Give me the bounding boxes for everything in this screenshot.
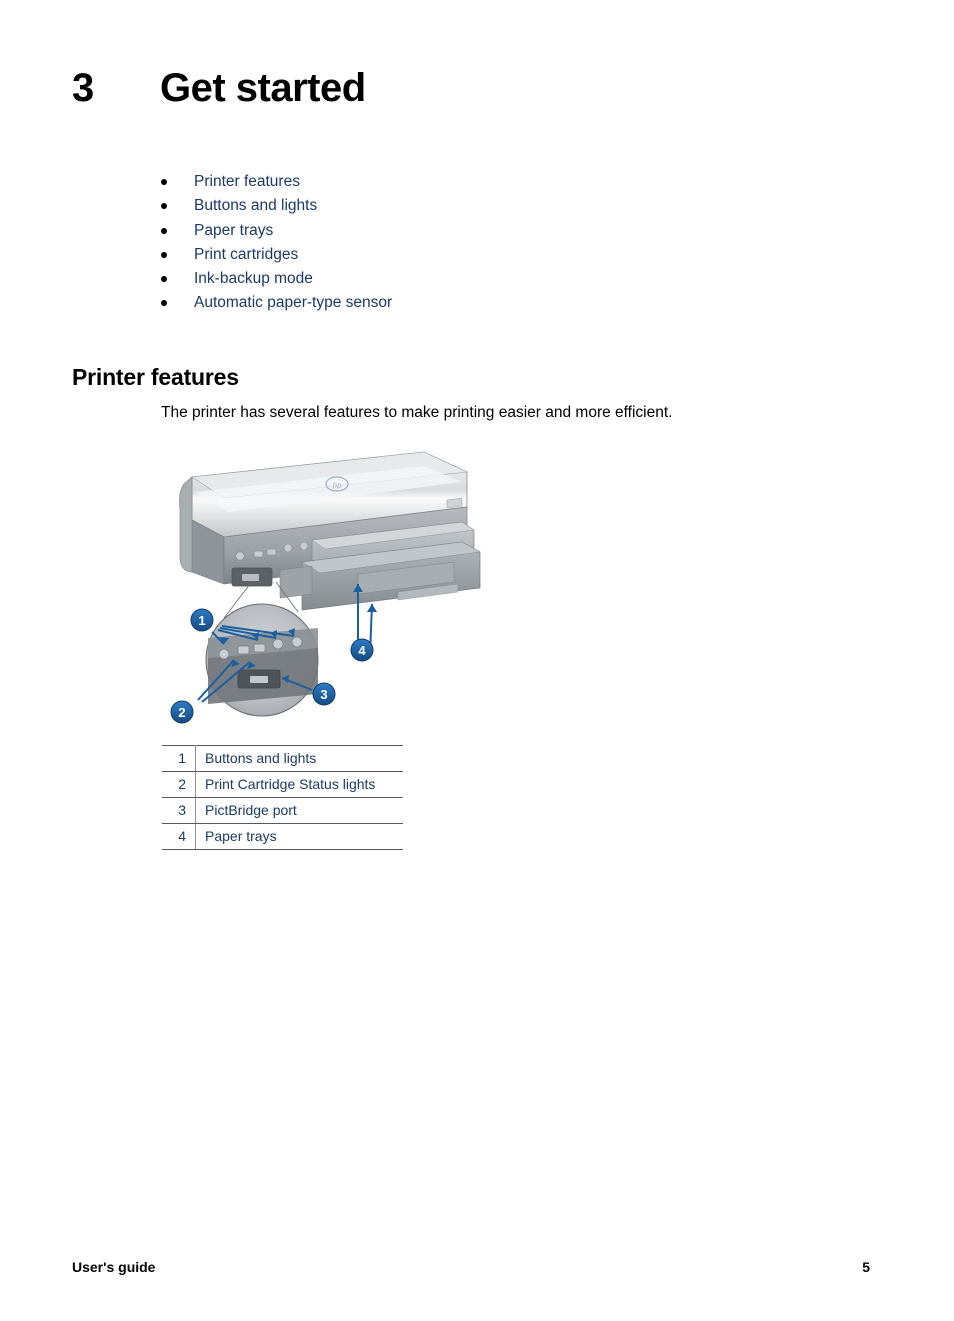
page-footer: User's guide 5 — [72, 1259, 870, 1275]
section-paragraph: The printer has several features to make… — [161, 403, 673, 421]
section-heading: Printer features — [72, 364, 239, 391]
toc-link-label: Printer features — [194, 173, 300, 190]
toc-link-label: Print cartridges — [194, 245, 299, 263]
toc-link-label: Paper trays — [194, 221, 274, 239]
bullet-icon — [161, 276, 167, 283]
bullet-icon — [161, 203, 167, 210]
bullet-icon — [161, 251, 167, 258]
toc-link-label: Ink-backup mode — [194, 270, 313, 288]
table-row: 3 PictBridge port — [162, 797, 403, 824]
legend-number: 3 — [162, 797, 196, 824]
legend-label: PictBridge port — [195, 797, 403, 824]
legend-number: 2 — [162, 771, 196, 798]
callout-badge-4: 4 — [350, 638, 374, 662]
toc-link-label: Automatic paper-type sensor — [194, 294, 393, 312]
table-row: 1 Buttons and lights — [162, 745, 403, 772]
footer-document-title: User's guide — [72, 1259, 156, 1275]
callout-badge-3: 3 — [312, 682, 336, 706]
chapter-toc-list: Printer features Buttons and lights Pape… — [160, 170, 860, 316]
figure-legend-table: 1 Buttons and lights 2 Print Cartridge S… — [162, 745, 403, 850]
table-row: 2 Print Cartridge Status lights — [162, 771, 403, 798]
legend-number: 1 — [162, 745, 196, 772]
printer-illustration: hp 1 2 3 4 — [162, 432, 512, 732]
toc-link-paper-trays[interactable]: Paper trays — [160, 219, 860, 243]
svg-text:4: 4 — [358, 643, 366, 658]
svg-text:1: 1 — [198, 613, 205, 628]
document-page: 3 Get started Printer features Buttons a… — [0, 0, 954, 1321]
svg-text:hp: hp — [333, 481, 342, 490]
bullet-icon — [161, 227, 167, 234]
chapter-number: 3 — [72, 66, 94, 110]
footer-page-number: 5 — [862, 1259, 870, 1275]
svg-text:3: 3 — [320, 687, 327, 702]
callout-badge-1: 1 — [190, 608, 214, 632]
svg-text:2: 2 — [178, 705, 185, 720]
toc-link-label: Buttons and lights — [194, 197, 318, 215]
magnified-detail-circle — [205, 603, 319, 717]
toc-link-automatic-paper-type-sensor[interactable]: Automatic paper-type sensor — [160, 291, 860, 315]
legend-label: Print Cartridge Status lights — [195, 771, 403, 798]
callout-badge-2: 2 — [170, 700, 194, 724]
legend-label: Paper trays — [195, 823, 403, 850]
bullet-icon — [161, 179, 167, 185]
chapter-heading: 3 Get started — [72, 68, 872, 108]
toc-link-printer-features[interactable]: Printer features — [160, 170, 860, 194]
toc-link-print-cartridges[interactable]: Print cartridges — [160, 243, 860, 267]
toc-link-ink-backup-mode[interactable]: Ink-backup mode — [160, 267, 860, 291]
printer-figure-svg: hp 1 2 3 4 — [170, 451, 481, 724]
toc-link-buttons-and-lights[interactable]: Buttons and lights — [160, 194, 860, 218]
bullet-icon — [161, 300, 167, 307]
table-row: 4 Paper trays — [162, 823, 403, 850]
legend-number: 4 — [162, 823, 196, 850]
legend-label: Buttons and lights — [195, 745, 403, 772]
chapter-title: Get started — [160, 66, 366, 110]
